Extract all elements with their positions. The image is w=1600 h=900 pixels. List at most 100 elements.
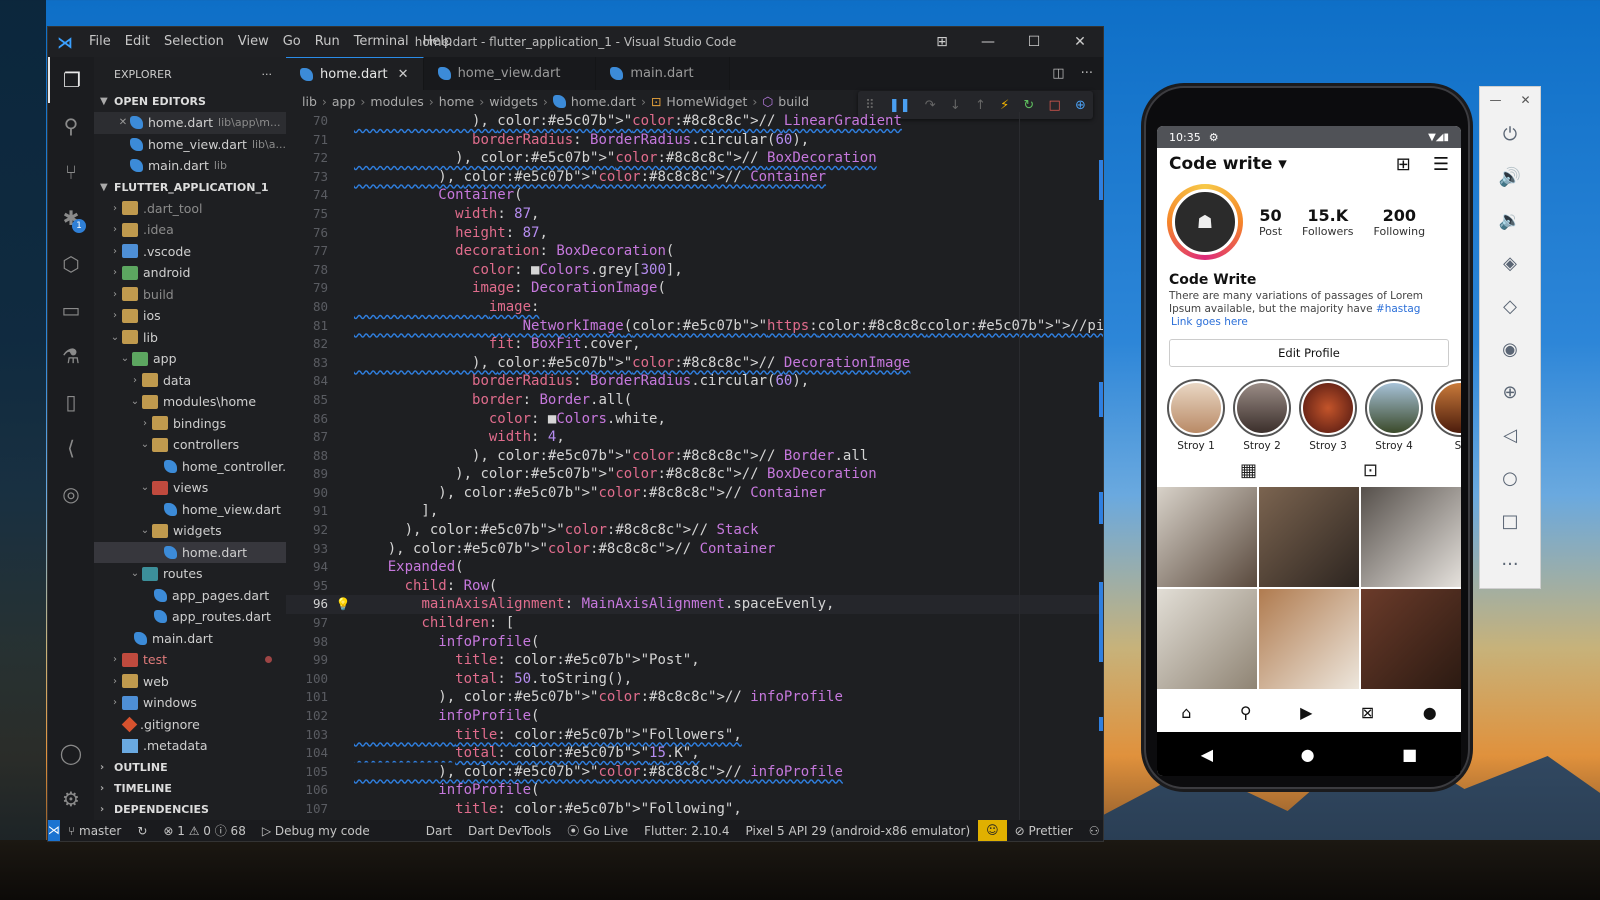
zoom-icon[interactable]: ⊕ bbox=[1480, 371, 1540, 414]
code-line[interactable]: 90 ), color:#e5c07b">"color:#8c8c8c">// … bbox=[286, 484, 1103, 503]
profile-link[interactable]: Link goes here bbox=[1157, 316, 1461, 329]
code-line[interactable]: 80 image: bbox=[286, 298, 1103, 317]
tab-home-dart[interactable]: home.dart ✕ bbox=[286, 57, 424, 90]
code-line[interactable]: 85 border: Border.all( bbox=[286, 391, 1103, 410]
code-line[interactable]: 88 ), color:#e5c07b">"color:#8c8c8c">// … bbox=[286, 447, 1103, 466]
code-line[interactable]: 102 infoProfile( bbox=[286, 707, 1103, 726]
device-status[interactable]: Pixel 5 API 29 (android-x86 emulator) bbox=[737, 824, 978, 838]
tree-item[interactable]: ⌄ modules\home bbox=[94, 391, 286, 413]
code-line[interactable]: 104 total: color:#e5c07b">"15.K", bbox=[286, 744, 1103, 763]
layout-icon[interactable]: ⊞ bbox=[919, 27, 965, 57]
restart-icon[interactable]: ↻ bbox=[1023, 98, 1034, 113]
pause-icon[interactable]: ❚❚ bbox=[889, 98, 911, 113]
sync-icon[interactable]: ↻ bbox=[129, 824, 155, 838]
maximize-button[interactable]: ☐ bbox=[1011, 27, 1057, 57]
dependencies-section[interactable]: › DEPENDENCIES bbox=[94, 799, 286, 820]
code-line[interactable]: 91 ], bbox=[286, 502, 1103, 521]
avatar-ring[interactable]: ☗ bbox=[1167, 184, 1243, 260]
code-editor[interactable]: 70 ), color:#e5c07b">"color:#8c8c8c">// … bbox=[286, 112, 1103, 822]
flutter-version-status[interactable]: Flutter: 2.10.4 bbox=[636, 824, 737, 838]
tree-item[interactable]: ⌄ controllers bbox=[94, 434, 286, 456]
outline-section[interactable]: › OUTLINE bbox=[94, 757, 286, 778]
remote-explorer-icon[interactable]: ▭ bbox=[48, 287, 94, 333]
split-editor-icon[interactable]: ◫ bbox=[1052, 66, 1064, 81]
tab-main-dart[interactable]: main.dart✕ bbox=[596, 57, 730, 90]
code-line[interactable]: 92 ), color:#e5c07b">"color:#8c8c8c">// … bbox=[286, 521, 1103, 540]
open-editor-item[interactable]: ✕ home.dart lib\app\m... bbox=[94, 112, 286, 134]
golive-status[interactable]: ⦿ Go Live bbox=[559, 822, 636, 839]
crumb-modules[interactable]: modules bbox=[370, 94, 423, 109]
close-button[interactable]: ✕ bbox=[1057, 27, 1103, 57]
stat-following[interactable]: 200 Following bbox=[1374, 206, 1426, 238]
username-dropdown[interactable]: Code write ▾ bbox=[1169, 154, 1287, 174]
crumb-class[interactable]: HomeWidget bbox=[666, 94, 747, 109]
stat-followers[interactable]: 15.K Followers bbox=[1302, 206, 1354, 238]
tree-item[interactable]: main.dart bbox=[94, 628, 286, 650]
story-item[interactable]: St bbox=[1431, 379, 1461, 452]
crumb-app[interactable]: app bbox=[332, 94, 356, 109]
more-icon[interactable]: ··· bbox=[1480, 543, 1540, 586]
tree-item[interactable]: ⌄ widgets bbox=[94, 520, 286, 542]
tree-item[interactable]: › .vscode bbox=[94, 241, 286, 263]
code-line[interactable]: 101 ), color:#e5c07b">"color:#8c8c8c">//… bbox=[286, 688, 1103, 707]
crumb-method[interactable]: build bbox=[778, 94, 809, 109]
open-editor-item[interactable]: main.dart lib bbox=[94, 155, 286, 177]
volume-down-icon[interactable]: 🔉 bbox=[1480, 199, 1540, 242]
shop-icon[interactable]: ⊠ bbox=[1361, 703, 1374, 722]
code-line[interactable]: 76 height: 87, bbox=[286, 224, 1103, 243]
tagged-icon[interactable]: ⊡ bbox=[1363, 460, 1378, 481]
menu-go[interactable]: Go bbox=[276, 27, 308, 57]
photo-tile[interactable] bbox=[1157, 589, 1257, 689]
tree-item[interactable]: app_pages.dart bbox=[94, 585, 286, 607]
close-editor-icon[interactable]: ✕ bbox=[116, 117, 130, 128]
step-into-icon[interactable]: ↓ bbox=[950, 98, 961, 113]
stat-posts[interactable]: 50 Post bbox=[1259, 206, 1282, 238]
code-line[interactable]: 99 title: color:#e5c07b">"Post", bbox=[286, 651, 1103, 670]
code-line[interactable]: 107 title: color:#e5c07b">"Following", bbox=[286, 800, 1103, 819]
menu-file[interactable]: File bbox=[82, 27, 118, 57]
menu-selection[interactable]: Selection bbox=[157, 27, 231, 57]
open-editors-section[interactable]: ▼ OPEN EDITORS bbox=[94, 91, 286, 112]
code-line[interactable]: 96 💡 mainAxisAlignment: MainAxisAlignment… bbox=[286, 595, 1103, 615]
photo-tile[interactable] bbox=[1259, 589, 1359, 689]
volume-up-icon[interactable]: 🔊 bbox=[1480, 156, 1540, 199]
crumb-home[interactable]: home bbox=[439, 94, 474, 109]
story-item[interactable]: Stroy 3 bbox=[1299, 379, 1357, 452]
home-circle-icon[interactable]: ○ bbox=[1480, 457, 1540, 500]
code-line[interactable]: 79 image: DecorationImage( bbox=[286, 279, 1103, 298]
tree-item[interactable]: › .dart_tool bbox=[94, 198, 286, 220]
problems-status[interactable]: ⊗ 1 ⚠ 0 ⓘ 68 bbox=[155, 822, 253, 839]
feedback-icon[interactable]: ⚇ bbox=[1081, 824, 1103, 838]
devtools-status[interactable]: Dart DevTools bbox=[460, 824, 559, 838]
tree-item[interactable]: › ios bbox=[94, 305, 286, 327]
drag-handle-icon[interactable]: ⠿ bbox=[865, 98, 875, 113]
emu-close-icon[interactable]: ✕ bbox=[1520, 93, 1530, 107]
camera-icon[interactable]: ◉ bbox=[1480, 328, 1540, 371]
code-line[interactable]: 77 decoration: BoxDecoration( bbox=[286, 242, 1103, 261]
code-line[interactable]: 94 Expanded( bbox=[286, 558, 1103, 577]
open-editor-item[interactable]: home_view.dart lib\a... bbox=[94, 134, 286, 156]
code-line[interactable]: 86 color: ■Colors.white, bbox=[286, 410, 1103, 429]
tree-item-selected[interactable]: home.dart bbox=[94, 541, 286, 563]
emu-minimize-icon[interactable]: — bbox=[1489, 93, 1501, 107]
code-line[interactable]: 103 title: color:#e5c07b">"Followers", bbox=[286, 726, 1103, 745]
code-line[interactable]: 89 ), color:#e5c07b">"color:#8c8c8c">// … bbox=[286, 465, 1103, 484]
menu-icon[interactable]: ☰ bbox=[1433, 154, 1449, 175]
tree-item[interactable]: › web bbox=[94, 671, 286, 693]
code-line[interactable]: 84 borderRadius: BorderRadius.circular(6… bbox=[286, 372, 1103, 391]
code-line[interactable]: 75 width: 87, bbox=[286, 205, 1103, 224]
back-triangle-icon[interactable]: ◁ bbox=[1480, 414, 1540, 457]
overview-square-icon[interactable]: □ bbox=[1480, 500, 1540, 543]
home-icon[interactable]: ⌂ bbox=[1181, 703, 1191, 722]
menu-terminal[interactable]: Terminal bbox=[347, 27, 416, 57]
code-line[interactable]: 105 ), color:#e5c07b">"color:#8c8c8c">//… bbox=[286, 763, 1103, 782]
tree-item[interactable]: ⌄ app bbox=[94, 348, 286, 370]
editor-more-icon[interactable]: ··· bbox=[1081, 66, 1093, 81]
timeline-section[interactable]: › TIMELINE bbox=[94, 778, 286, 799]
tree-item[interactable]: ⌄ routes bbox=[94, 563, 286, 585]
tree-item[interactable]: › windows bbox=[94, 692, 286, 714]
step-out-icon[interactable]: ↑ bbox=[975, 98, 986, 113]
code-line[interactable]: 106 infoProfile( bbox=[286, 781, 1103, 800]
code-line[interactable]: 70 ), color:#e5c07b">"color:#8c8c8c">// … bbox=[286, 112, 1103, 131]
reels-icon[interactable]: ▶ bbox=[1300, 703, 1312, 722]
